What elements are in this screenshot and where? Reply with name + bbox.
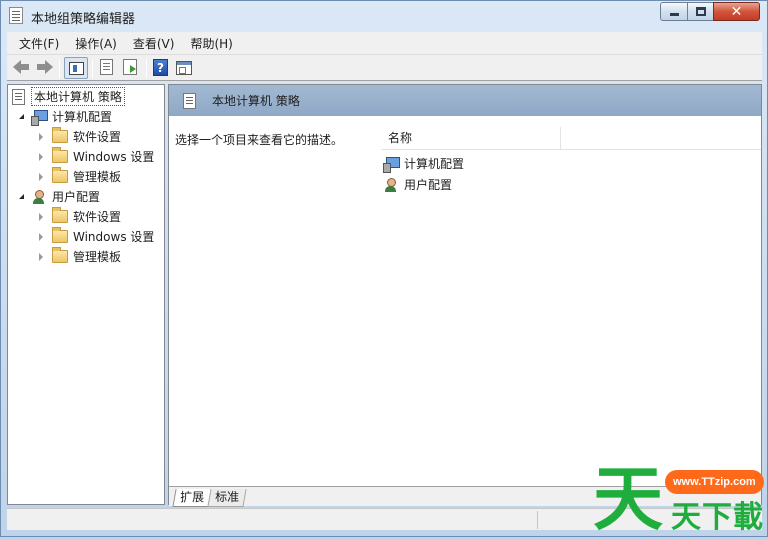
tree-item-label: 计算机配置 <box>52 110 113 124</box>
menu-help[interactable]: 帮助(H) <box>190 35 232 52</box>
folder-icon <box>52 167 68 183</box>
show-action-pane-icon[interactable] <box>176 61 192 75</box>
show-hide-tree-icon <box>69 62 84 75</box>
toolbar-separator <box>59 59 60 78</box>
list-header: 名称 <box>381 126 761 150</box>
tree-item-admin-templates[interactable]: 管理模板 <box>39 247 121 266</box>
folder-icon <box>52 207 68 223</box>
toolbar: ? <box>7 54 762 81</box>
list-item-label: 计算机配置 <box>404 157 465 171</box>
list-item-label: 用户配置 <box>404 178 453 192</box>
tab-standard[interactable]: 标准 <box>207 489 247 507</box>
list-item-computer-config[interactable]: 计算机配置 <box>383 154 464 173</box>
tree-item-label: Windows 设置 <box>73 230 155 244</box>
list-item-user-config[interactable]: 用户配置 <box>383 175 452 194</box>
folder-icon <box>52 227 68 243</box>
tree-item-software-settings[interactable]: 软件设置 <box>39 127 121 146</box>
tree-item-label: 用户配置 <box>52 190 101 204</box>
computer-icon <box>31 109 48 126</box>
expand-arrow-icon[interactable] <box>39 212 43 221</box>
folder-icon <box>52 247 68 263</box>
user-icon <box>31 189 47 205</box>
computer-icon <box>383 156 400 173</box>
tree-item-software-settings[interactable]: 软件设置 <box>39 207 121 226</box>
help-icon[interactable]: ? <box>153 59 168 76</box>
policy-editor-icon <box>9 7 23 24</box>
minimize-icon <box>669 13 679 16</box>
maximize-icon <box>695 7 706 16</box>
minimize-button[interactable] <box>660 2 688 21</box>
show-hide-tree-button[interactable] <box>64 57 88 79</box>
tree-item-label: 管理模板 <box>73 170 122 184</box>
close-button[interactable]: ✕ <box>713 2 760 21</box>
details-pane: 本地计算机 策略 选择一个项目来查看它的描述。 名称 计算机配置 用户配置 扩展… <box>168 84 762 507</box>
tab-label: 扩展 <box>180 490 205 504</box>
user-icon <box>383 177 399 193</box>
collapse-arrow-icon[interactable] <box>19 194 24 199</box>
description-text: 选择一个项目来查看它的描述。 <box>175 133 344 147</box>
export-list-icon[interactable] <box>123 59 137 75</box>
description-area: 选择一个项目来查看它的描述。 <box>169 116 381 486</box>
window-title: 本地组策略编辑器 <box>31 12 136 27</box>
tab-extended[interactable]: 扩展 <box>172 489 212 507</box>
maximize-button[interactable] <box>687 2 714 21</box>
tree-item-label: 本地计算机 策略 <box>31 87 125 106</box>
back-arrow-icon[interactable] <box>12 59 30 77</box>
tree-item-windows-settings[interactable]: Windows 设置 <box>39 227 154 246</box>
expand-arrow-icon[interactable] <box>39 252 43 261</box>
tree-item-label: 软件设置 <box>73 130 122 144</box>
watermark-url: www.TTzip.com <box>665 470 764 494</box>
policy-icon <box>12 88 25 105</box>
close-icon: ✕ <box>730 3 743 20</box>
policy-icon <box>183 92 196 109</box>
expand-arrow-icon[interactable] <box>39 172 43 181</box>
tree-item-admin-templates[interactable]: 管理模板 <box>39 167 121 186</box>
details-title: 本地计算机 策略 <box>212 94 300 108</box>
menu-bar: 文件(F) 操作(A) 查看(V) 帮助(H) <box>7 32 762 54</box>
tree-item-windows-settings[interactable]: Windows 设置 <box>39 147 154 166</box>
expand-arrow-icon[interactable] <box>39 132 43 141</box>
tree-item-computer-config[interactable]: 计算机配置 <box>19 107 112 126</box>
app-window: 本地组策略编辑器 ✕ 文件(F) 操作(A) 查看(V) 帮助(H) ? 本地计… <box>0 0 768 538</box>
expand-arrow-icon[interactable] <box>39 232 43 241</box>
tree-item-label: Windows 设置 <box>73 150 155 164</box>
tree-item-user-config[interactable]: 用户配置 <box>19 187 100 206</box>
tree-item-label: 管理模板 <box>73 250 122 264</box>
tree-item-local-policy[interactable]: 本地计算机 策略 <box>12 87 125 106</box>
watermark-logo-glyph: 天 <box>593 458 663 540</box>
item-list: 名称 计算机配置 用户配置 <box>373 116 761 486</box>
menu-file[interactable]: 文件(F) <box>19 35 59 52</box>
menu-view[interactable]: 查看(V) <box>133 35 175 52</box>
watermark-brand: 天下載 <box>671 500 764 535</box>
tree-item-label: 软件设置 <box>73 210 122 224</box>
toolbar-separator <box>146 59 147 78</box>
toolbar-separator <box>92 59 93 78</box>
folder-icon <box>52 147 68 163</box>
site-watermark: 天 www.TTzip.com 天下載 <box>593 461 768 538</box>
expand-arrow-icon[interactable] <box>39 152 43 161</box>
forward-arrow-icon[interactable] <box>36 59 54 77</box>
collapse-arrow-icon[interactable] <box>19 114 24 119</box>
properties-icon[interactable] <box>100 59 113 75</box>
menu-action[interactable]: 操作(A) <box>75 35 117 52</box>
column-header-name[interactable]: 名称 <box>381 126 561 149</box>
tab-label: 标准 <box>215 490 240 504</box>
console-tree: 本地计算机 策略 计算机配置 软件设置 Windows 设置 管理模板 用户配置 <box>7 84 165 505</box>
title-bar[interactable]: 本地组策略编辑器 ✕ <box>1 1 767 31</box>
details-header: 本地计算机 策略 <box>169 85 761 116</box>
folder-icon <box>52 127 68 143</box>
